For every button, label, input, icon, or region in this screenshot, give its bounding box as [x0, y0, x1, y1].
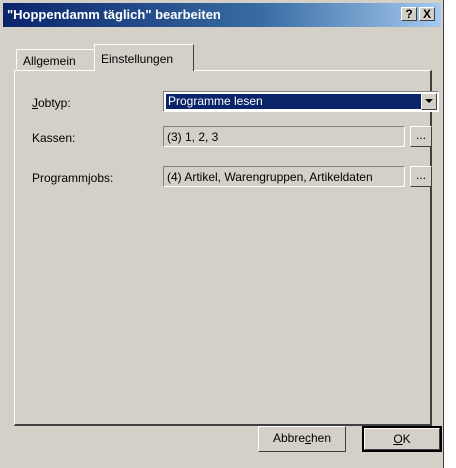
programmjobs-field[interactable]: (4) Artikel, Warengruppen, Artikeldaten — [163, 166, 405, 187]
kassen-label: Kassen: — [32, 131, 76, 145]
jobtyp-label: Jobtyp: — [32, 96, 71, 110]
jobtyp-selected-value: Programme lesen — [166, 94, 422, 109]
dialog-window: "Hoppendamm täglich" bearbeiten ? X Allg… — [0, 0, 444, 468]
window-title: "Hoppendamm täglich" bearbeiten — [7, 7, 221, 22]
programmjobs-label: Programmjobs: — [32, 171, 114, 185]
kassen-browse-button[interactable]: ... — [410, 126, 432, 147]
ok-button[interactable]: OK — [362, 426, 442, 452]
cancel-button[interactable]: Abbrechen — [258, 426, 346, 452]
title-bar[interactable]: "Hoppendamm täglich" bearbeiten ? X — [3, 3, 441, 27]
programmjobs-browse-button[interactable]: ... — [410, 166, 432, 187]
tab-settings[interactable]: Einstellungen — [94, 44, 194, 71]
jobtyp-select[interactable]: Programme lesen — [163, 91, 439, 112]
kassen-field[interactable]: (3) 1, 2, 3 — [163, 126, 405, 147]
dropdown-arrow-icon[interactable] — [421, 93, 437, 110]
tab-general[interactable]: Allgemein — [16, 49, 96, 69]
close-button[interactable]: X — [419, 7, 435, 21]
help-button[interactable]: ? — [401, 7, 417, 21]
tab-panel-settings — [14, 70, 432, 426]
